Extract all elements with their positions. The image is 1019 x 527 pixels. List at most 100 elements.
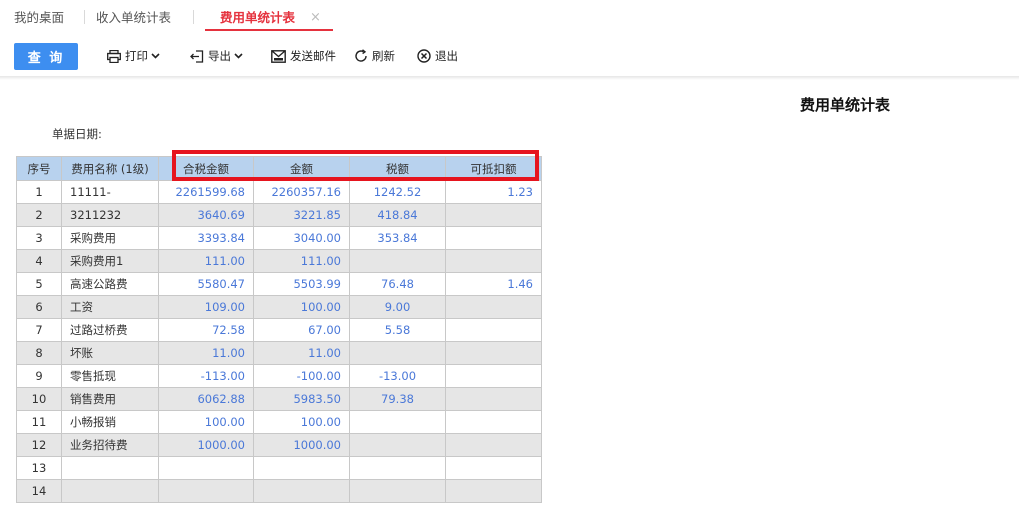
table-cell: 13 (16, 456, 62, 480)
table-cell: 采购费用 (61, 226, 159, 250)
table-cell: 72.58 (158, 318, 254, 342)
tab-divider (193, 10, 194, 24)
table-cell: 坏账 (61, 341, 159, 365)
table-cell (349, 479, 446, 503)
table-cell (445, 249, 542, 273)
refresh-label: 刷新 (372, 49, 395, 63)
table-cell (61, 456, 159, 480)
report-title: 费用单统计表 (800, 96, 891, 114)
active-tab-indicator (205, 29, 333, 31)
close-icon[interactable]: × (310, 9, 321, 27)
table-cell (61, 479, 159, 503)
table-cell: 7 (16, 318, 62, 342)
tab-desktop[interactable]: 我的桌面 (14, 9, 64, 27)
table-cell (445, 387, 542, 411)
table-cell: -113.00 (158, 364, 254, 388)
column-header[interactable]: 合税金额 (158, 156, 254, 181)
column-header[interactable]: 可抵扣额 (445, 156, 542, 181)
table-row[interactable]: 1 11111- 2261599.68 2260357.16 1242.52 1.23 (16, 180, 542, 204)
table-cell: 高速公路费 (61, 272, 159, 296)
exit-label: 退出 (435, 49, 458, 63)
chevron-down-icon (151, 53, 160, 59)
table-cell: 1000.00 (158, 433, 254, 457)
table-cell: 100.00 (253, 410, 350, 434)
table-cell: 11.00 (253, 341, 350, 365)
table-cell: 8 (16, 341, 62, 365)
refresh-icon (355, 49, 367, 62)
printer-icon (107, 49, 121, 63)
table-row[interactable]: 10 销售费用 6062.88 5983.50 79.38 (16, 387, 542, 411)
table-cell: 小畅报销 (61, 410, 159, 434)
table-cell (253, 456, 350, 480)
refresh-button[interactable]: 刷新 (354, 46, 395, 66)
table-cell (158, 456, 254, 480)
table-cell: 4 (16, 249, 62, 273)
table-row[interactable]: 3 采购费用 3393.84 3040.00 353.84 (16, 226, 542, 250)
tab-expense-report[interactable]: 费用单统计表 (220, 9, 295, 27)
tab-income-report[interactable]: 收入单统计表 (96, 9, 171, 27)
table-row[interactable]: 14 (16, 479, 542, 503)
column-header[interactable]: 金额 (253, 156, 350, 181)
table-cell (445, 410, 542, 434)
table-cell: -13.00 (349, 364, 446, 388)
table-cell: 5580.47 (158, 272, 254, 296)
table-cell (253, 479, 350, 503)
table-cell: 业务招待费 (61, 433, 159, 457)
export-button[interactable]: 导出 (190, 46, 247, 66)
table-header-row: 序号 费用名称 (1级) 合税金额 金额 税额 可抵扣额 (16, 156, 542, 181)
table-cell: 10 (16, 387, 62, 411)
send-email-button[interactable]: 发送邮件 (271, 46, 336, 66)
table-cell (445, 318, 542, 342)
table-cell: 5983.50 (253, 387, 350, 411)
table-cell (445, 433, 542, 457)
table-cell (158, 479, 254, 503)
column-header[interactable]: 序号 (16, 156, 62, 181)
table-cell: 5 (16, 272, 62, 296)
table-cell (445, 341, 542, 365)
table-cell: 采购费用1 (61, 249, 159, 273)
exit-button[interactable]: 退出 (417, 46, 458, 66)
table-row[interactable]: 9 零售抵现 -113.00 -100.00 -13.00 (16, 364, 542, 388)
table-cell: 11.00 (158, 341, 254, 365)
table-cell: 9.00 (349, 295, 446, 319)
table-cell: 67.00 (253, 318, 350, 342)
table-row[interactable]: 6 工资 109.00 100.00 9.00 (16, 295, 542, 319)
table-cell: 3393.84 (158, 226, 254, 250)
table-row[interactable]: 13 (16, 456, 542, 480)
table-row[interactable]: 2 3211232 3640.69 3221.85 418.84 (16, 203, 542, 227)
table-cell (349, 341, 446, 365)
table-cell: 111.00 (158, 249, 254, 273)
export-icon (190, 49, 204, 63)
table-cell: 过路过桥费 (61, 318, 159, 342)
table-row[interactable]: 11 小畅报销 100.00 100.00 (16, 410, 542, 434)
table-cell: 1242.52 (349, 180, 446, 204)
table-cell: 3 (16, 226, 62, 250)
table-cell: 2 (16, 203, 62, 227)
table-cell: 销售费用 (61, 387, 159, 411)
table-row[interactable]: 5 高速公路费 5580.47 5503.99 76.48 1.46 (16, 272, 542, 296)
table-cell: 12 (16, 433, 62, 457)
table-cell: 3211232 (61, 203, 159, 227)
table-cell: 418.84 (349, 203, 446, 227)
table-cell (445, 226, 542, 250)
column-header[interactable]: 税额 (349, 156, 446, 181)
table-cell: 2260357.16 (253, 180, 350, 204)
table-cell: 5503.99 (253, 272, 350, 296)
table-cell (349, 249, 446, 273)
print-button[interactable]: 打印 (107, 46, 164, 66)
table-row[interactable]: 7 过路过桥费 72.58 67.00 5.58 (16, 318, 542, 342)
table-row[interactable]: 8 坏账 11.00 11.00 (16, 341, 542, 365)
table-row[interactable]: 4 采购费用1 111.00 111.00 (16, 249, 542, 273)
query-button[interactable]: 查 询 (14, 43, 78, 70)
table-cell: 工资 (61, 295, 159, 319)
table-cell: 2261599.68 (158, 180, 254, 204)
toolbar-divider (0, 76, 1019, 80)
table-cell: 1000.00 (253, 433, 350, 457)
table-cell: 111.00 (253, 249, 350, 273)
table-cell: 1 (16, 180, 62, 204)
table-cell: 79.38 (349, 387, 446, 411)
table-cell: -100.00 (253, 364, 350, 388)
export-label: 导出 (208, 49, 231, 63)
column-header[interactable]: 费用名称 (1级) (61, 156, 159, 181)
table-row[interactable]: 12 业务招待费 1000.00 1000.00 (16, 433, 542, 457)
